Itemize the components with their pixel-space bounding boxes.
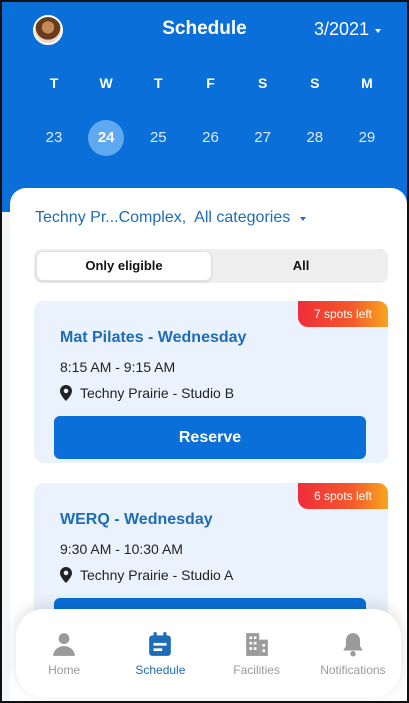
person-icon	[53, 633, 75, 656]
nav-schedule[interactable]: Schedule	[120, 631, 200, 677]
category-filter[interactable]: All categories	[194, 209, 290, 227]
bottom-nav: Home Schedule Facilities Notifications	[16, 609, 401, 697]
weekday-label: T	[154, 75, 163, 91]
nav-home[interactable]: Home	[24, 631, 104, 677]
weekday-label: S	[310, 75, 320, 91]
weekday-row: T W T F S S M	[34, 75, 387, 91]
class-location-text: Techny Prairie - Studio B	[80, 385, 235, 401]
weekday-label: S	[257, 75, 268, 91]
location-pin-icon	[60, 385, 72, 401]
location-pin-icon	[60, 567, 72, 583]
date-cell[interactable]: 25	[138, 120, 178, 156]
weekday-label: M	[361, 75, 373, 91]
class-location-text: Techny Prairie - Studio A	[80, 567, 234, 583]
nav-label: Schedule	[135, 663, 186, 677]
nav-label: Notifications	[320, 663, 386, 677]
date-cell[interactable]: 29	[347, 120, 387, 156]
toggle-all[interactable]: All	[214, 249, 388, 283]
nav-facilities[interactable]: Facilities	[217, 631, 297, 677]
class-location: Techny Prairie - Studio A	[60, 567, 233, 583]
weekday-label: W	[99, 75, 113, 91]
class-time: 8:15 AM - 9:15 AM	[60, 359, 176, 375]
bell-icon	[343, 633, 363, 657]
nav-label: Home	[48, 663, 81, 677]
date-cell[interactable]: 23	[34, 120, 74, 156]
weekday-label: F	[206, 75, 215, 91]
class-time: 9:30 AM - 10:30 AM	[60, 541, 183, 557]
class-name: Mat Pilates - Wednesday	[60, 329, 247, 346]
date-cell[interactable]: 26	[190, 120, 230, 156]
app-frame: Schedule 3/2021 T W T F S S M 23 24 25 2…	[0, 0, 409, 703]
filter-bar[interactable]: Techny Pr...Complex, All categories	[35, 209, 307, 227]
date-cell[interactable]: 27	[243, 120, 283, 156]
location-filter[interactable]: Techny Pr...Complex,	[35, 209, 186, 227]
weekday-label: T	[49, 75, 59, 91]
eligibility-toggle: Only eligible All	[34, 249, 388, 283]
schedule-header: Schedule 3/2021 T W T F S S M 23 24 25 2…	[2, 2, 407, 212]
spots-badge: 7 spots left	[297, 301, 388, 327]
calendar-icon	[149, 632, 172, 656]
chevron-down-icon	[375, 28, 381, 33]
nav-label: Facilities	[233, 663, 280, 677]
date-row: 23 24 25 26 27 28 29	[34, 120, 387, 156]
chevron-down-icon	[300, 217, 307, 221]
spots-badge: 6 spots left	[297, 483, 388, 509]
month-label: 3/2021	[313, 19, 369, 39]
class-name: WERQ - Wednesday	[60, 511, 213, 528]
date-cell[interactable]: 28	[295, 120, 335, 156]
class-card[interactable]: 7 spots left Mat Pilates - Wednesday 8:1…	[34, 301, 388, 463]
month-selector[interactable]: 3/2021	[314, 19, 381, 40]
toggle-only-eligible[interactable]: Only eligible	[36, 251, 212, 281]
nav-notifications[interactable]: Notifications	[313, 631, 393, 677]
reserve-button[interactable]: Reserve	[54, 416, 366, 459]
class-location: Techny Prairie - Studio B	[60, 385, 234, 401]
building-icon	[245, 633, 268, 656]
date-cell-selected[interactable]: 24	[88, 120, 125, 156]
